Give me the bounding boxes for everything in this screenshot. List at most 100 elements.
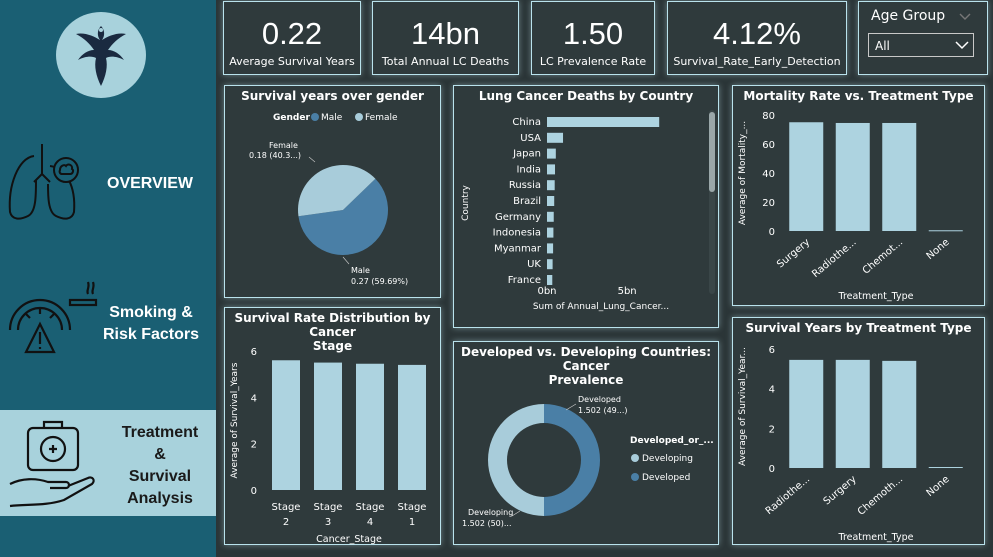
donut-leader-line bbox=[565, 403, 577, 411]
developed-donut-chart: Developed 1.502 (49...) Developing 1.502 (5… bbox=[462, 395, 714, 528]
x-axis-title: Cancer_Stage bbox=[316, 534, 382, 545]
bar bbox=[356, 363, 384, 490]
bar bbox=[547, 196, 555, 206]
bar bbox=[547, 227, 554, 238]
category-label: Stage bbox=[356, 502, 385, 513]
category-label: Brazil bbox=[513, 196, 541, 207]
category-label: Indonesia bbox=[493, 228, 541, 239]
bar bbox=[547, 148, 556, 159]
bar bbox=[547, 117, 660, 127]
kpi-value: 4.12% bbox=[713, 16, 801, 51]
nav-item-overview[interactable]: OVERVIEW bbox=[0, 128, 216, 228]
x-tick-label: 0bn bbox=[537, 286, 556, 297]
nav-label-treatment-survival: Treatment & Survival Analysis bbox=[121, 424, 199, 507]
sidebar: OVERVIEW Smoking & Risk Factors Treatmen… bbox=[0, 0, 216, 557]
dropdown-chevron-icon bbox=[955, 41, 969, 50]
category-label: None bbox=[925, 237, 952, 262]
bar bbox=[547, 164, 556, 175]
legend-label: Developing bbox=[642, 454, 693, 464]
bar bbox=[398, 364, 426, 490]
nav-item-smoking-risk[interactable]: Smoking & Risk Factors bbox=[0, 270, 216, 360]
x-axis-title: Treatment_Type bbox=[838, 532, 914, 543]
bar bbox=[835, 122, 870, 231]
chart-title-line: Survival Rate Distribution by Cancer bbox=[234, 311, 431, 339]
donut-label: 1.502 (49...) bbox=[578, 406, 628, 415]
legend-label: Male bbox=[321, 113, 343, 123]
y-tick-label: 4 bbox=[769, 385, 775, 396]
bar bbox=[547, 211, 554, 222]
age-group-selected-value: All bbox=[875, 39, 890, 53]
category-label: Surgery bbox=[822, 474, 859, 508]
pie-label: 0.27 (59.69%) bbox=[351, 277, 408, 286]
kpi-label: LC Prevalence Rate bbox=[539, 55, 647, 68]
category-label: Radiothe... bbox=[810, 237, 858, 280]
bar bbox=[882, 122, 917, 231]
legend-marker bbox=[631, 473, 639, 481]
category-label: France bbox=[508, 275, 541, 286]
mortality-treatment-chart: 0 20 40 60 80 SurgeryRadiothe... Chemot... None… bbox=[738, 111, 963, 302]
bar bbox=[789, 122, 824, 231]
kpi-card-prevalence-rate: 1.50 LC Prevalence Rate bbox=[531, 1, 655, 75]
category-label: Stage bbox=[398, 502, 427, 513]
logo bbox=[56, 12, 146, 98]
y-tick-label: 80 bbox=[762, 111, 775, 122]
kpi-label: Survival_Rate_Early_Detection bbox=[673, 55, 841, 68]
legend-marker bbox=[311, 113, 319, 121]
category-label: Germany bbox=[495, 212, 541, 223]
y-tick-label: 20 bbox=[762, 198, 775, 209]
category-label: Chemoth... bbox=[856, 474, 905, 518]
legend-marker bbox=[631, 454, 639, 462]
category-label: Myanmar bbox=[494, 243, 542, 254]
bar bbox=[928, 230, 963, 232]
category-label: Stage bbox=[272, 502, 301, 513]
bar bbox=[882, 360, 917, 468]
scrollbar-thumb bbox=[709, 112, 715, 192]
legend-label: Female bbox=[365, 113, 398, 123]
chart-title: Survival years over gender bbox=[241, 89, 424, 103]
kpi-value: 0.22 bbox=[261, 16, 323, 51]
donut-slice-developing bbox=[488, 404, 544, 516]
developed-donut-card: Developed vs. Developing Countries: Canc… bbox=[453, 341, 719, 545]
y-axis-title: Average of Mortality_... bbox=[738, 121, 748, 225]
category-label: 1 bbox=[409, 517, 415, 528]
y-axis-title: Average of Survival_Year... bbox=[738, 347, 748, 466]
bar bbox=[547, 259, 553, 270]
nav-item-treatment-survival[interactable]: Treatment & Survival Analysis bbox=[0, 410, 216, 516]
slicer-title: Age Group bbox=[871, 8, 946, 24]
y-axis-title: Average of Survival_Years bbox=[230, 362, 240, 478]
category-label: USA bbox=[520, 133, 541, 144]
kpi-label: Total Annual LC Deaths bbox=[381, 55, 510, 68]
category-label: None bbox=[925, 474, 952, 499]
gender-pie-chart: Gender Male FemaleFemale0.18 (40.3...)Male… bbox=[249, 113, 408, 286]
kpi-label: Average Survival Years bbox=[229, 55, 355, 68]
y-tick-label: 2 bbox=[251, 440, 257, 451]
x-axis-title: Sum of Annual_Lung_Cancer... bbox=[533, 302, 669, 312]
chart-title-line: Developed vs. Developing Countries: Canc… bbox=[460, 345, 712, 373]
nav-label-smoking-risk: Smoking & Risk Factors bbox=[102, 304, 200, 343]
chart-title: Survival Years by Treatment Type bbox=[745, 321, 972, 335]
age-group-dropdown[interactable]: All bbox=[868, 33, 974, 57]
x-axis-title: Treatment_Type bbox=[838, 291, 914, 302]
y-tick-label: 4 bbox=[251, 393, 257, 404]
legend-title: Developed_or_... bbox=[630, 436, 714, 446]
chart-title: Lung Cancer Deaths by Country bbox=[478, 89, 694, 103]
pie-label: Male bbox=[351, 266, 370, 275]
donut-label: 1.502 (50)... bbox=[462, 519, 512, 528]
stage-survival-card: Survival Rate Distribution by Cancer Sta… bbox=[224, 307, 441, 545]
category-label: Chemot... bbox=[861, 237, 905, 277]
category-label: 4 bbox=[367, 517, 373, 528]
category-label: Japan bbox=[512, 149, 541, 160]
bar bbox=[547, 132, 564, 143]
donut-label: Developing bbox=[468, 508, 513, 517]
phoenix-logo-icon bbox=[76, 26, 126, 86]
bar bbox=[547, 180, 555, 191]
bar bbox=[789, 359, 824, 468]
bar bbox=[547, 243, 554, 254]
pie-leader-line bbox=[308, 156, 316, 163]
legend-title: Gender bbox=[273, 113, 310, 123]
age-group-slicer: Age Group All bbox=[858, 1, 988, 75]
stage-survival-chart: 0 2 4 6 Stage 2 Stage 3 Stage 4 Stage 1 Cancer_Stage… bbox=[230, 347, 427, 545]
category-label: Radiothe... bbox=[764, 474, 812, 517]
y-tick-label: 6 bbox=[251, 347, 257, 358]
kpi-value: 1.50 bbox=[562, 16, 624, 51]
